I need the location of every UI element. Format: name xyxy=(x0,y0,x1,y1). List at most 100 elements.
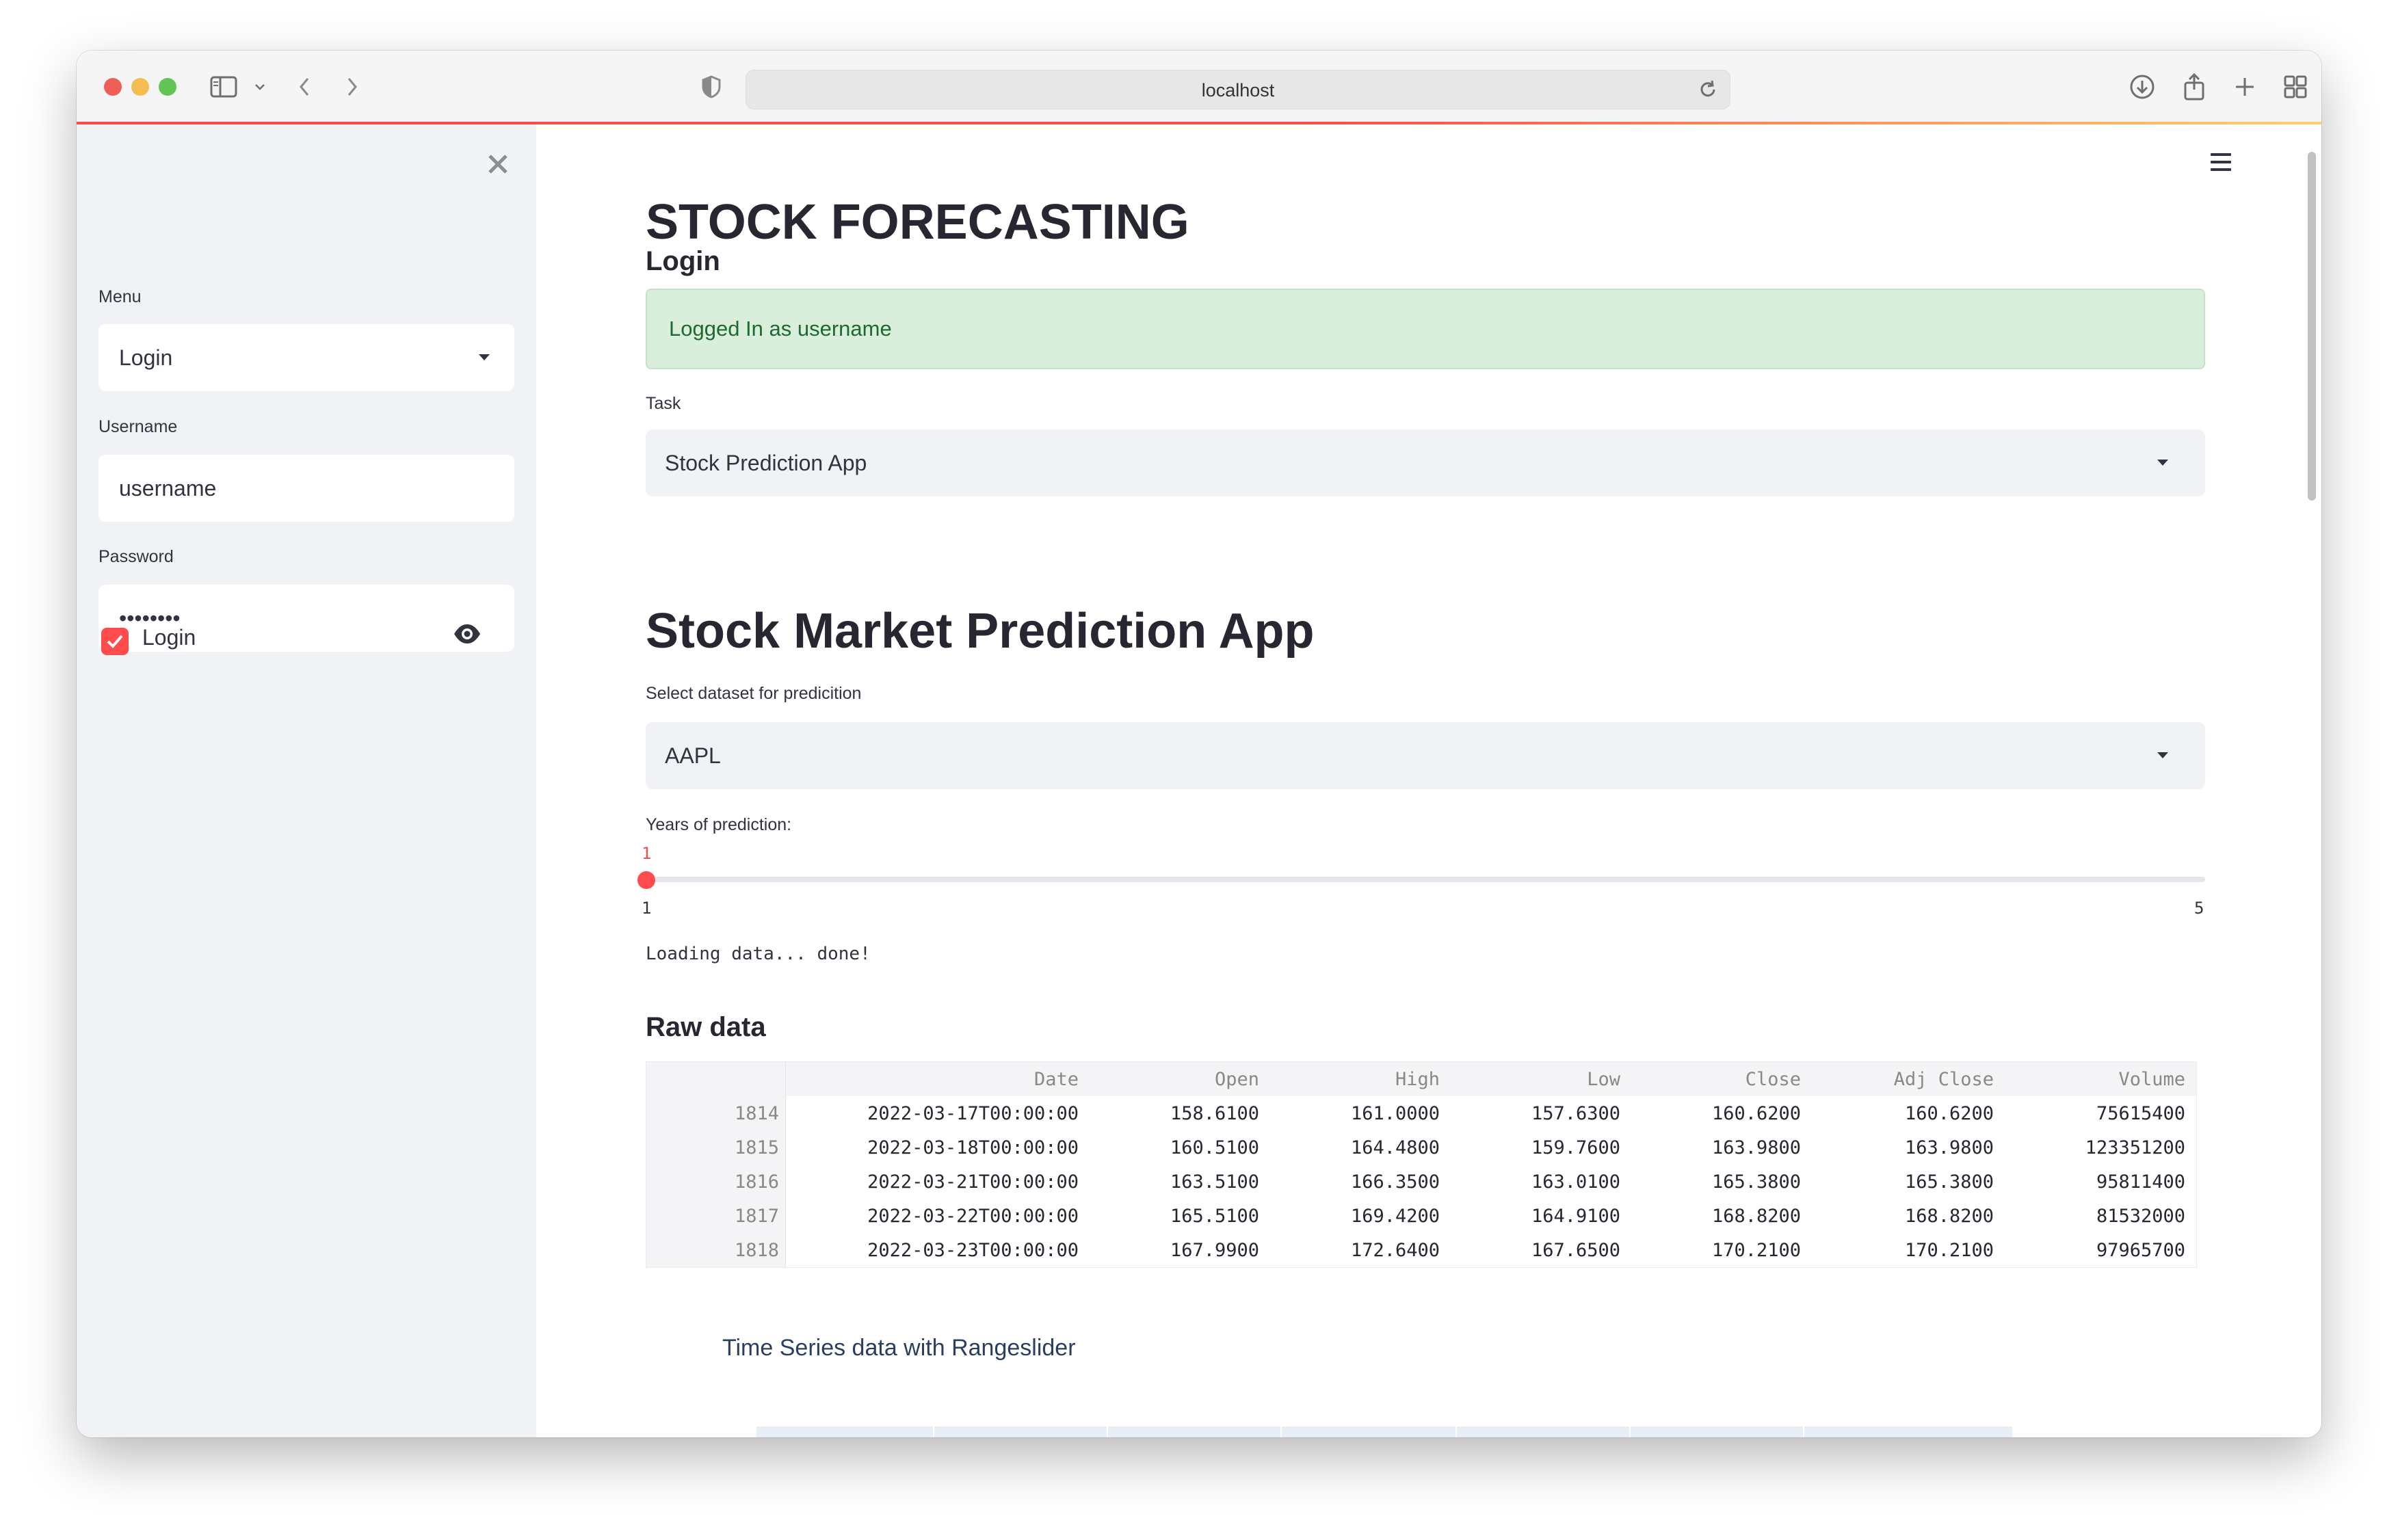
cell-close: 168.8200 xyxy=(1711,1206,1801,1227)
cell-high: 169.4200 xyxy=(1350,1206,1440,1227)
download-icon[interactable] xyxy=(2129,71,2156,103)
cell-volume: 75615400 xyxy=(2096,1103,2185,1124)
close-sidebar-icon[interactable] xyxy=(486,152,510,176)
dataset-select-value: AAPL xyxy=(665,743,721,768)
loading-status-text: Loading data... done! xyxy=(646,944,871,964)
forward-icon[interactable] xyxy=(342,71,363,103)
cell-date: 2022-03-22T00:00:00 xyxy=(867,1206,1079,1227)
cell-open: 163.5100 xyxy=(1170,1171,1259,1193)
sidebar: Menu Login Username username Password ••… xyxy=(77,124,536,1437)
cell-open: 167.9900 xyxy=(1170,1240,1259,1261)
cell-low: 159.7600 xyxy=(1531,1137,1620,1158)
menu-label: Menu xyxy=(98,287,142,306)
row-index: 1818 xyxy=(734,1240,779,1261)
cell-close: 160.6200 xyxy=(1711,1103,1801,1124)
chart-gridline xyxy=(933,1426,934,1437)
slider-current-value: 1 xyxy=(642,844,652,863)
years-slider-thumb[interactable] xyxy=(637,871,655,889)
chart-gridline xyxy=(1280,1426,1282,1437)
chevron-down-icon[interactable] xyxy=(252,71,268,103)
menu-select-value: Login xyxy=(119,345,173,370)
cell-close: 163.9800 xyxy=(1711,1137,1801,1158)
cell-high: 172.6400 xyxy=(1350,1240,1440,1261)
chart-plot-area[interactable] xyxy=(756,1426,2012,1437)
cell-date: 2022-03-23T00:00:00 xyxy=(867,1240,1079,1261)
column-header-close[interactable]: Close xyxy=(1745,1069,1801,1090)
scrollbar[interactable] xyxy=(2308,152,2316,501)
sidebar-toggle-icon[interactable] xyxy=(208,71,239,103)
slider-max-label: 5 xyxy=(2194,899,2204,918)
success-alert-text: Logged In as username xyxy=(669,317,892,341)
show-password-eye-icon[interactable] xyxy=(453,605,482,672)
row-index: 1816 xyxy=(734,1171,779,1193)
cell-low: 157.6300 xyxy=(1531,1103,1620,1124)
close-window-button[interactable] xyxy=(104,78,122,96)
cell-adj-close: 168.8200 xyxy=(1904,1206,1994,1227)
row-index: 1815 xyxy=(734,1137,779,1158)
cell-close: 165.3800 xyxy=(1711,1171,1801,1193)
row-index: 1814 xyxy=(734,1103,779,1124)
raw-data-table[interactable]: Date Open High Low Close Adj Close Volum… xyxy=(646,1061,2197,1268)
column-header-adj-close[interactable]: Adj Close xyxy=(1894,1069,1994,1090)
address-bar[interactable]: localhost xyxy=(746,70,1730,109)
username-input[interactable]: username xyxy=(98,455,514,522)
cell-low: 164.9100 xyxy=(1531,1206,1620,1227)
cell-volume: 123351200 xyxy=(2085,1137,2185,1158)
cell-open: 160.5100 xyxy=(1170,1137,1259,1158)
column-header-high[interactable]: High xyxy=(1395,1069,1440,1090)
raw-data-heading: Raw data xyxy=(646,1012,766,1042)
username-label: Username xyxy=(98,417,178,436)
chart-title: Time Series data with Rangeslider xyxy=(722,1335,1076,1361)
caret-down-icon xyxy=(2157,460,2168,466)
cell-open: 165.5100 xyxy=(1170,1206,1259,1227)
stock-close-series-line xyxy=(1959,1426,2014,1437)
row-index: 1817 xyxy=(734,1206,779,1227)
dataset-select[interactable]: AAPL xyxy=(646,722,2205,789)
chart-gridline xyxy=(1107,1426,1108,1437)
menu-select[interactable]: Login xyxy=(98,324,514,391)
share-icon[interactable] xyxy=(2180,71,2208,103)
cell-low: 167.6500 xyxy=(1531,1240,1620,1261)
cell-date: 2022-03-18T00:00:00 xyxy=(867,1137,1079,1158)
cell-volume: 95811400 xyxy=(2096,1171,2185,1193)
hamburger-menu-icon[interactable] xyxy=(2211,153,2231,171)
chart-gridline xyxy=(1803,1426,1804,1437)
login-heading: Login xyxy=(646,246,720,276)
years-slider-track[interactable] xyxy=(646,877,2205,882)
password-label: Password xyxy=(98,547,174,566)
minimize-window-button[interactable] xyxy=(131,78,149,96)
column-header-date[interactable]: Date xyxy=(1034,1069,1079,1090)
login-checkbox-label: Login xyxy=(142,625,196,650)
column-header-open[interactable]: Open xyxy=(1215,1069,1259,1090)
app-heading: Stock Market Prediction App xyxy=(646,604,1315,659)
years-label: Years of prediction: xyxy=(646,815,792,834)
task-label: Task xyxy=(646,394,681,413)
chart-gridline xyxy=(1455,1426,1457,1437)
reload-icon[interactable] xyxy=(1697,79,1719,104)
column-header-volume[interactable]: Volume xyxy=(2118,1069,2185,1090)
cell-adj-close: 165.3800 xyxy=(1904,1171,1994,1193)
cell-date: 2022-03-17T00:00:00 xyxy=(867,1103,1079,1124)
success-alert: Logged In as username xyxy=(646,289,2205,369)
table-index-column xyxy=(646,1062,786,1267)
cell-close: 170.2100 xyxy=(1711,1240,1801,1261)
login-checkbox[interactable] xyxy=(101,628,129,655)
slider-min-label: 1 xyxy=(642,899,652,918)
cell-open: 158.6100 xyxy=(1170,1103,1259,1124)
column-header-low[interactable]: Low xyxy=(1587,1069,1620,1090)
caret-down-icon xyxy=(2157,752,2168,758)
dataset-label: Select dataset for predicition xyxy=(646,684,862,703)
privacy-shield-icon[interactable] xyxy=(699,71,724,103)
chart-gridline xyxy=(1629,1426,1631,1437)
tab-overview-icon[interactable] xyxy=(2282,71,2309,103)
cell-high: 166.3500 xyxy=(1350,1171,1440,1193)
task-select[interactable]: Stock Prediction App xyxy=(646,429,2205,496)
browser-window: localhost Menu Login Username username P… xyxy=(77,51,2321,1437)
cell-low: 163.0100 xyxy=(1531,1171,1620,1193)
cell-volume: 97965700 xyxy=(2096,1240,2185,1261)
new-tab-icon[interactable] xyxy=(2231,71,2258,103)
cell-adj-close: 163.9800 xyxy=(1904,1137,1994,1158)
back-icon[interactable] xyxy=(294,71,315,103)
main-content: STOCK FORECASTING Login Logged In as use… xyxy=(536,124,2321,1437)
maximize-window-button[interactable] xyxy=(159,78,176,96)
